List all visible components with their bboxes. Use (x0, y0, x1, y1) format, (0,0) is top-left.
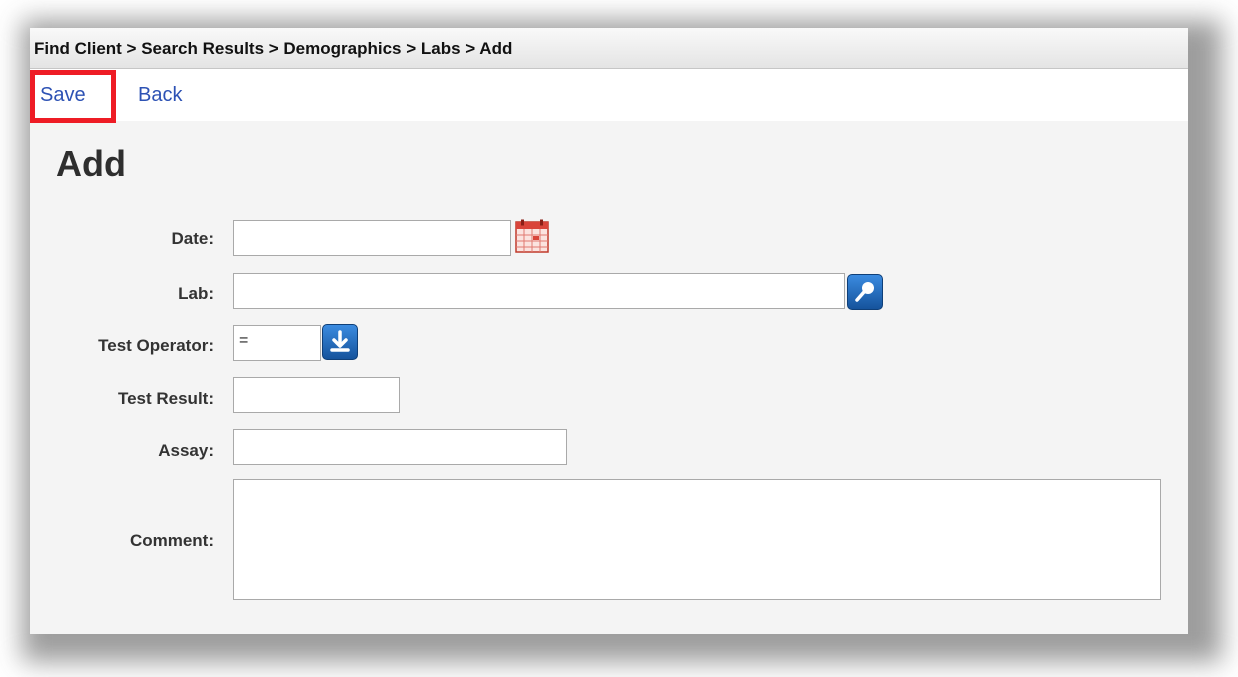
test-result-label: Test Result: (117, 389, 214, 408)
test-result-input[interactable] (233, 377, 400, 413)
date-input[interactable] (233, 220, 511, 256)
test-operator-select[interactable]: = (233, 325, 321, 361)
comment-textarea[interactable] (233, 479, 1161, 600)
labs-add-panel: Find Client > Search Results > Demograph… (30, 28, 1188, 634)
lab-label: Lab: (178, 284, 214, 303)
back-button[interactable]: Back (138, 84, 182, 107)
test-operator-label: Test Operator: (98, 336, 214, 355)
assay-input[interactable] (233, 429, 567, 465)
download-arrow-icon (330, 330, 350, 352)
magnifier-search-icon (855, 282, 874, 302)
action-toolbar: Save Back (30, 69, 1188, 123)
save-highlight-box (30, 70, 116, 123)
date-label: Date: (171, 229, 214, 248)
comment-label: Comment: (129, 531, 214, 550)
breadcrumb: Find Client > Search Results > Demograph… (30, 28, 1188, 69)
calendar-icon[interactable] (515, 219, 549, 253)
page-title: Add (56, 143, 126, 184)
test-operator-dropdown-button[interactable] (322, 324, 358, 360)
lab-search-button[interactable] (847, 274, 883, 310)
lab-input[interactable] (233, 273, 845, 309)
assay-label: Assay: (158, 441, 214, 460)
